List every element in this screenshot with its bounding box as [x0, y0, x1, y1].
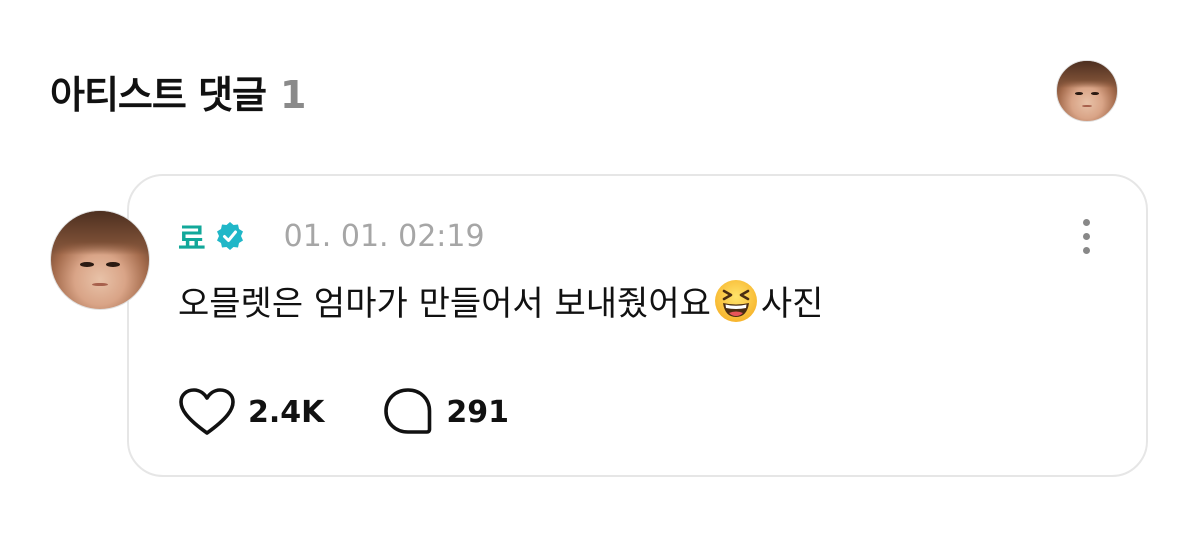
more-options-icon[interactable]: [1070, 214, 1102, 258]
section-header: 아티스트 댓글 1: [50, 64, 306, 119]
author-name[interactable]: 료: [178, 214, 206, 258]
heart-icon: [178, 387, 236, 437]
artist-avatar-button[interactable]: [1056, 60, 1118, 122]
artist-comments-page: 아티스트 댓글 1 료 01. 01. 02:19 오믈렛은 엄마가 만들어서 …: [0, 0, 1200, 540]
comment-count: 1: [280, 73, 306, 117]
grinning-squinting-face-icon: [713, 278, 759, 324]
comment-meta: 료 01. 01. 02:19: [178, 214, 485, 258]
speech-bubble-icon: [382, 386, 434, 438]
comment-body: 오믈렛은 엄마가 만들어서 보내줬어요 사진: [178, 276, 823, 325]
reply-count: 291: [446, 394, 510, 430]
reply-button[interactable]: 291: [382, 386, 509, 438]
author-avatar[interactable]: [50, 210, 150, 310]
comment-timestamp: 01. 01. 02:19: [283, 218, 485, 254]
comment-text-main: 오믈렛은 엄마가 만들어서 보내줬어요: [178, 284, 711, 324]
section-title: 아티스트 댓글: [50, 73, 267, 117]
verified-badge-icon: [214, 220, 246, 252]
like-button[interactable]: 2.4K: [178, 387, 324, 437]
like-count: 2.4K: [248, 394, 325, 430]
comment-text-tail: 사진: [760, 284, 824, 324]
comment-actions: 2.4K 291: [178, 384, 567, 440]
